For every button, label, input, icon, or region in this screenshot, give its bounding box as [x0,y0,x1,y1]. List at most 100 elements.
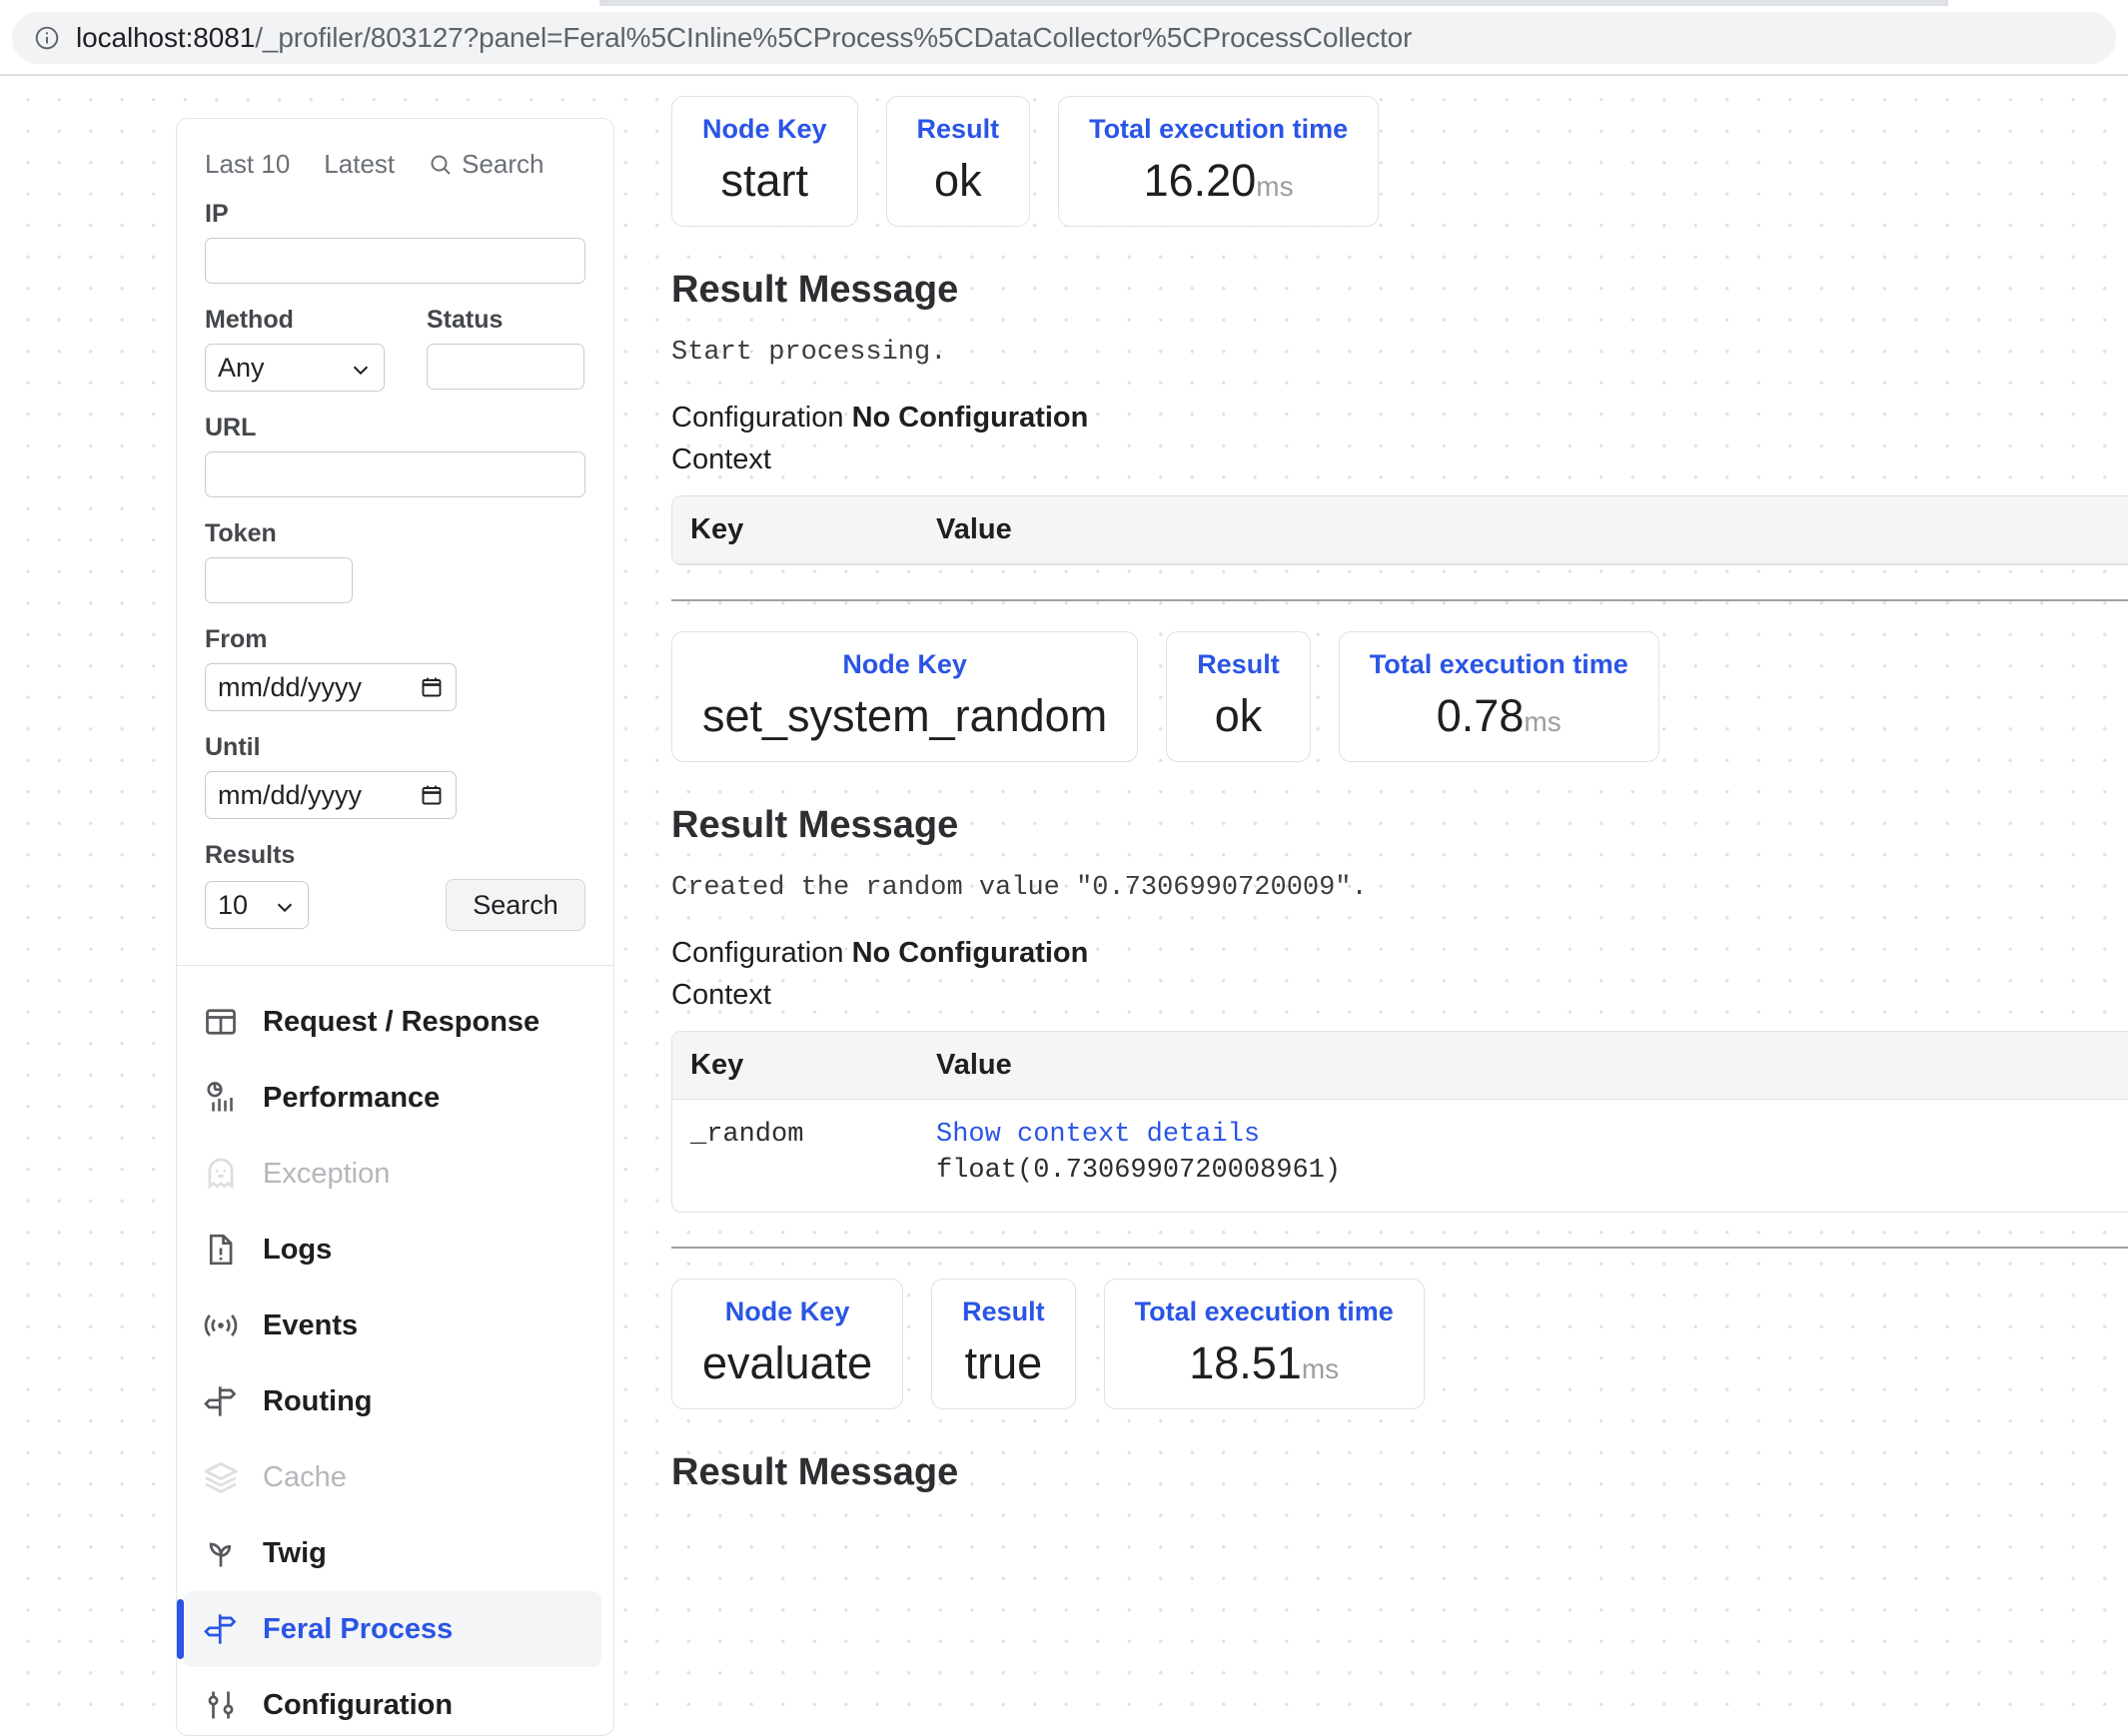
browser-window-icon [203,1004,239,1040]
row-value-text: float(0.7306990720008961) [936,1155,1342,1186]
node-key-label: Node Key [724,1296,850,1326]
status-input[interactable] [427,344,584,390]
column-header-value: Value [936,512,1012,545]
context-label: Context [671,978,771,1011]
method-select[interactable]: Any [205,344,385,392]
total-time-unit: ms [1301,1352,1340,1384]
sidebar-item-performance[interactable]: Performance [177,1060,613,1136]
sidebar-item-exception[interactable]: Exception [177,1136,613,1212]
result-label: Result [1197,648,1280,679]
configuration-value: No Configuration [851,936,1089,969]
results-label: Results [205,841,296,869]
table-row: _random Show context details float(0.730… [672,1100,2128,1212]
ip-field-group: IP [205,200,585,284]
until-date-input[interactable]: mm/dd/yyyy [205,771,457,819]
show-context-details-link[interactable]: Show context details [936,1120,2128,1150]
node-key-card: Node Key start [671,96,858,227]
tab-last-10[interactable]: Last 10 [205,149,290,180]
column-header-value: Value [936,1048,1012,1081]
tab-search-label: Search [462,149,544,179]
tab-latest[interactable]: Latest [324,149,395,180]
page-background: Last 10 Latest Search IP Method Any Stat… [0,76,2128,1736]
url-path: /_profiler/803127?panel=Feral%5CInline%5… [255,22,1413,53]
result-value: ok [934,154,982,206]
sidebar-item-request-response[interactable]: Request / Response [177,984,613,1060]
row-value: Show context details float(0.73069907200… [936,1120,2128,1186]
calendar-icon[interactable] [420,675,444,699]
method-selected-value: Any [218,352,265,383]
total-time-value: 0.78 [1436,689,1525,741]
calendar-icon[interactable] [420,783,444,807]
until-label: Until [205,733,261,761]
total-time-card: Total execution time 18.51ms [1103,1278,1425,1409]
result-value: ok [1214,689,1263,741]
result-label: Result [962,1296,1045,1326]
sidebar-item-events[interactable]: Events [177,1288,613,1363]
url-host: localhost:8081 [76,22,256,53]
token-input[interactable] [205,557,353,603]
node-cards-start: Node Key start Result ok Total execution… [671,96,2128,227]
url-bar[interactable]: localhost:8081/_profiler/803127?panel=Fe… [12,12,2116,64]
ip-input[interactable] [205,238,585,284]
result-message-title: Result Message [671,268,959,311]
sidebar-item-label: Events [263,1308,359,1341]
context-label: Context [671,442,771,475]
sidebar-item-label: Twig [263,1536,327,1569]
sidebar-item-cache[interactable]: Cache [177,1439,613,1515]
total-time-label: Total execution time [1089,114,1349,144]
tab-search[interactable]: Search [429,149,544,180]
sidebar-item-configuration[interactable]: Configuration [177,1667,613,1735]
result-value: true [964,1336,1043,1388]
main-content: Node Key start Result ok Total execution… [671,76,2128,1710]
context-table-header: Key Value [672,495,2128,564]
sidebar-item-label: Exception [263,1157,391,1190]
until-date-value: mm/dd/yyyy [218,779,363,810]
browser-tab-strip[interactable] [599,0,1948,6]
configuration-line: Configuration No Configuration [671,398,2128,437]
method-label: Method [205,306,294,334]
result-message-text: Start processing. [671,337,947,368]
sprout-icon [203,1535,239,1571]
node-key-value: start [720,154,809,206]
total-time-label: Total execution time [1369,648,1628,679]
from-date-value: mm/dd/yyyy [218,671,363,702]
method-status-group: Method Any Status [205,306,585,392]
context-table: Key Value [671,494,2128,565]
result-card: Result ok [1166,630,1311,762]
sidebar: Last 10 Latest Search IP Method Any Stat… [176,118,614,1736]
url-field-group: URL [205,414,585,497]
configuration-prefix: Configuration [671,936,844,969]
result-message-text: Created the random value "0.730699072000… [671,872,1368,903]
status-field-group: Status [427,306,584,392]
broadcast-icon [203,1307,239,1343]
results-row: 10 Search [205,879,585,931]
sidebar-item-routing[interactable]: Routing [177,1363,613,1439]
sidebar-item-label: Configuration [263,1688,454,1721]
sidebar-item-twig[interactable]: Twig [177,1515,613,1591]
column-header-key: Key [690,1048,744,1081]
url-input[interactable] [205,451,585,497]
result-card: Result ok [885,96,1031,227]
search-icon [429,153,453,177]
node-key-card: Node Key evaluate [671,1278,904,1409]
sidebar-item-label: Routing [263,1384,373,1417]
total-time-value-wrap: 16.20ms [1089,157,1348,204]
sidebar-nav: Request / Response Performance Exception… [177,966,613,1735]
url-text: localhost:8081/_profiler/803127?panel=Fe… [76,22,1412,54]
signpost-icon [203,1383,239,1419]
sidebar-item-label: Request / Response [263,1005,540,1038]
info-circle-icon[interactable] [34,25,60,51]
total-time-value-wrap: 18.51ms [1135,1339,1394,1386]
layers-icon [203,1459,239,1495]
url-label: URL [205,414,257,441]
sidebar-item-label: Cache [263,1460,347,1493]
results-select[interactable]: 10 [205,881,309,929]
sidebar-item-feral-process[interactable]: Feral Process [177,1591,601,1667]
until-field-group: Until mm/dd/yyyy [205,733,585,819]
document-alert-icon [203,1232,239,1268]
from-date-input[interactable]: mm/dd/yyyy [205,663,457,711]
sidebar-item-logs[interactable]: Logs [177,1212,613,1288]
node-key-value: set_system_random [702,689,1108,741]
search-submit-button[interactable]: Search [446,879,585,931]
chevron-down-icon [350,357,372,379]
